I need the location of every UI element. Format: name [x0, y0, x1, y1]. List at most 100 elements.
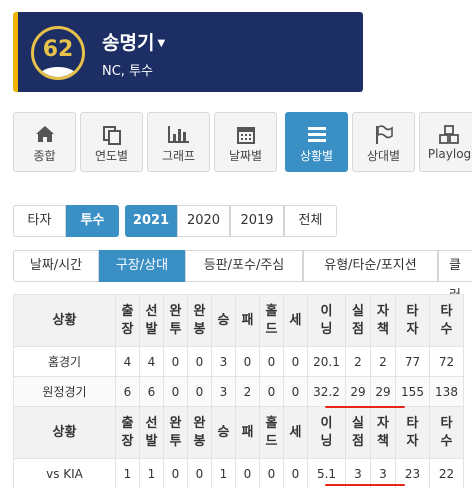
stat-cell: 0 — [283, 346, 308, 377]
highlight-underline — [325, 406, 405, 408]
tool-label: 날짜별 — [228, 149, 263, 163]
player-header: 62 송명기 ▼ NC, 투수 — [13, 12, 363, 92]
caret-down-icon: ▼ — [157, 38, 166, 49]
column-header[interactable]: 선 발 — [139, 406, 164, 459]
tool-label: 상대별 — [366, 149, 401, 163]
table-header-row: 상황 출 장선 발완 투완 봉승패홀 드세이 닝실 점자 책타 자타 수 — [13, 294, 464, 347]
stat-cell: 0 — [259, 376, 284, 407]
column-header[interactable]: 승 — [211, 294, 236, 347]
stat-cell: 1 — [211, 458, 236, 488]
stat-cell: 77 — [395, 346, 430, 377]
home-icon — [14, 113, 75, 143]
column-header[interactable]: 패 — [235, 406, 260, 459]
stat-cell: 1 — [115, 458, 140, 488]
tool-label: 상황별 — [299, 149, 334, 163]
stat-cell: 22 — [429, 458, 464, 488]
column-header[interactable]: 완 투 — [163, 406, 188, 459]
column-header[interactable]: 자 책 — [370, 294, 396, 347]
tool-yearly-button[interactable]: 연도별 — [80, 112, 143, 172]
tab-appearance-catcher-umpire[interactable]: 등판/포수/주심 — [185, 250, 303, 282]
stat-cell: 0 — [259, 458, 284, 488]
stat-cell: 3 — [211, 376, 236, 407]
player-number: 62 — [42, 37, 74, 62]
stat-cell: 2 — [345, 346, 371, 377]
stat-cell: 155 — [395, 376, 430, 407]
column-header[interactable]: 상황 — [13, 406, 116, 459]
bar-chart-icon — [148, 113, 209, 143]
column-header[interactable]: 세 — [283, 406, 308, 459]
tool-label: 종합 — [33, 149, 56, 163]
column-header[interactable]: 이 닝 — [307, 406, 346, 459]
stat-cell: 0 — [187, 376, 212, 407]
copy-icon — [81, 113, 142, 145]
stat-cell: 32.2 — [307, 376, 346, 407]
season-all-button[interactable]: 전체 — [284, 205, 337, 237]
season-2020-button[interactable]: 2020 — [177, 205, 230, 237]
column-header[interactable]: 타 자 — [395, 294, 430, 347]
tool-playlog-button[interactable]: Playlog — [419, 112, 472, 172]
tool-label: 연도별 — [94, 149, 129, 163]
tool-situation-button[interactable]: 상황별 — [285, 112, 348, 172]
column-header[interactable]: 홀 드 — [259, 294, 284, 347]
stat-cell: 0 — [235, 458, 260, 488]
column-header[interactable]: 홀 드 — [259, 406, 284, 459]
situation-cell: 홈경기 — [13, 346, 116, 377]
column-header[interactable]: 타 수 — [429, 406, 464, 459]
cubes-icon — [420, 113, 472, 144]
stat-cell: 29 — [370, 376, 396, 407]
stat-cell: 2 — [370, 346, 396, 377]
tool-daily-button[interactable]: 날짜별 — [214, 112, 277, 172]
stat-cell: 6 — [139, 376, 164, 407]
situation-cell: 원정경기 — [13, 376, 116, 407]
stat-cell: 20.1 — [307, 346, 346, 377]
column-header[interactable]: 실 점 — [345, 406, 371, 459]
stat-cell: 6 — [115, 376, 140, 407]
column-header[interactable]: 이 닝 — [307, 294, 346, 347]
column-header[interactable]: 출 장 — [115, 294, 140, 347]
type-pitcher-button[interactable]: 투수 — [66, 205, 119, 237]
table-header-row: 상황 출 장선 발완 투완 봉승패홀 드세이 닝실 점자 책타 자타 수 — [13, 406, 464, 459]
tool-opponent-button[interactable]: 상대별 — [352, 112, 415, 172]
player-name-dropdown[interactable]: 송명기 ▼ — [102, 28, 165, 55]
tab-stadium-opponent[interactable]: 구장/상대 — [99, 250, 185, 282]
player-name: 송명기 — [102, 32, 155, 54]
stat-cell: 0 — [187, 346, 212, 377]
column-header[interactable]: 승 — [211, 406, 236, 459]
tool-summary-button[interactable]: 종합 — [13, 112, 76, 172]
column-header[interactable]: 완 봉 — [187, 294, 212, 347]
tab-clutch[interactable]: 클러 — [438, 250, 472, 303]
column-header[interactable]: 완 투 — [163, 294, 188, 347]
column-header[interactable]: 패 — [235, 294, 260, 347]
table-row: 원정경기 6 6 0 0 3 2 0 0 32.2 29 29 155 138 — [13, 376, 464, 407]
column-header[interactable]: 상황 — [13, 294, 116, 347]
stat-cell: 0 — [163, 376, 188, 407]
tool-graph-button[interactable]: 그래프 — [147, 112, 210, 172]
column-header[interactable]: 타 수 — [429, 294, 464, 347]
tool-label: Playlog — [427, 147, 472, 161]
column-header[interactable]: 완 봉 — [187, 406, 212, 459]
situation-cell: vs KIA — [13, 458, 116, 488]
tab-type-order-position[interactable]: 유형/타순/포지션 — [303, 250, 438, 282]
calendar-icon — [215, 113, 276, 144]
tab-date-time[interactable]: 날짜/시간 — [13, 250, 99, 282]
column-header[interactable]: 타 자 — [395, 406, 430, 459]
stat-cell: 0 — [283, 458, 308, 488]
season-2021-button[interactable]: 2021 — [125, 205, 177, 237]
tool-label: 그래프 — [161, 149, 196, 163]
jersey-shoulder-shape — [40, 67, 76, 77]
situation-stats-table: 상황 출 장선 발완 투완 봉승패홀 드세이 닝실 점자 책타 자타 수 홈경기 4… — [13, 294, 464, 488]
column-header[interactable]: 출 장 — [115, 406, 140, 459]
type-batter-button[interactable]: 타자 — [13, 205, 66, 237]
column-header[interactable]: 선 발 — [139, 294, 164, 347]
stat-cell: 0 — [235, 346, 260, 377]
stat-cell: 29 — [345, 376, 371, 407]
column-header[interactable]: 세 — [283, 294, 308, 347]
column-header[interactable]: 실 점 — [345, 294, 371, 347]
stat-cell: 0 — [187, 458, 212, 488]
player-team-position: NC, 투수 — [102, 64, 153, 79]
stat-cell: 0 — [283, 376, 308, 407]
stat-cell: 4 — [115, 346, 140, 377]
season-2019-button[interactable]: 2019 — [230, 205, 284, 237]
stat-cell: 1 — [139, 458, 164, 488]
column-header[interactable]: 자 책 — [370, 406, 396, 459]
